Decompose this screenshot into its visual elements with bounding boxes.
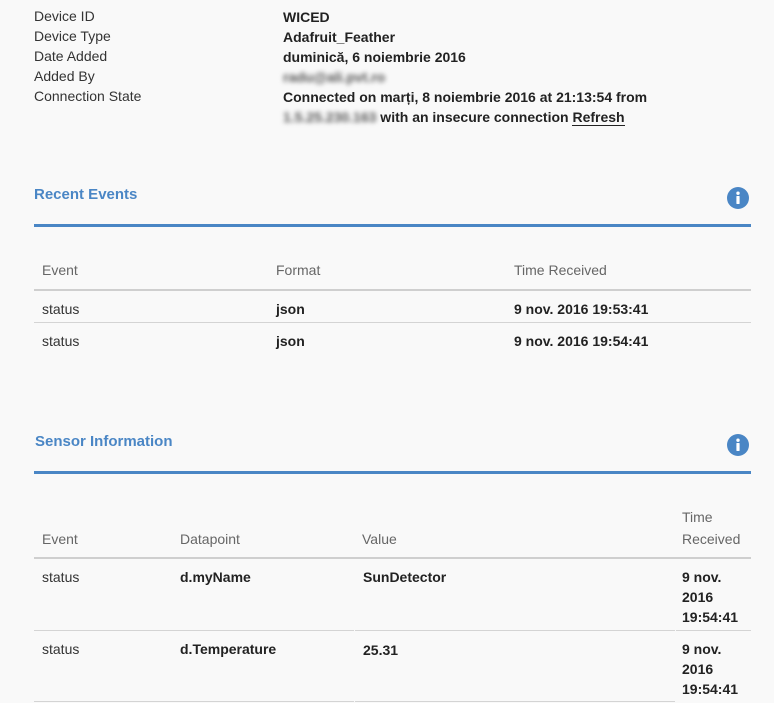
- row-divider: [34, 322, 751, 323]
- sensor-info-rule: [34, 471, 751, 474]
- row-divider: [355, 701, 675, 702]
- row-value: SunDetector: [363, 569, 447, 585]
- col-time: Time: [682, 509, 713, 525]
- device-details-page: Device ID WICED Device Type Adafruit_Fea…: [0, 0, 774, 703]
- connection-state-suffix: with an insecure connection: [376, 109, 573, 125]
- col-format: Format: [276, 262, 321, 278]
- row-event: status: [42, 333, 80, 349]
- row-event: status: [42, 301, 80, 317]
- connection-state-value: Connected on marți, 8 noiembrie 2016 at …: [283, 87, 753, 127]
- header-divider: [34, 289, 751, 291]
- row-divider: [355, 630, 675, 631]
- row-divider: [676, 630, 751, 631]
- row-time-clock: 19:54:41: [682, 609, 739, 625]
- row-event: status: [42, 569, 80, 585]
- date-added-value: duminică, 6 noiembrie 2016: [283, 49, 466, 65]
- connection-state-line1: Connected on marți, 8 noiembrie 2016 at …: [283, 89, 648, 105]
- recent-events-title: Recent Events: [34, 186, 138, 203]
- row-value: 25.31: [363, 642, 399, 658]
- date-added-label: Date Added: [34, 48, 108, 64]
- device-id-label: Device ID: [34, 8, 95, 24]
- device-type-label: Device Type: [34, 28, 111, 44]
- col-value: Value: [362, 531, 397, 547]
- row-format: json: [276, 333, 305, 349]
- row-datapoint: d.Temperature: [180, 641, 277, 657]
- row-format: json: [276, 301, 305, 317]
- recent-events-rule: [34, 224, 751, 227]
- row-divider: [34, 701, 354, 702]
- added-by-label: Added By: [34, 68, 95, 84]
- col-event: Event: [42, 262, 78, 278]
- recent-events-info-icon[interactable]: [727, 187, 749, 209]
- row-time-date: 9 nov.: [682, 641, 722, 657]
- col-event: Event: [42, 531, 78, 547]
- sensor-info-title: Sensor Information: [35, 433, 173, 450]
- row-time-date: 9 nov.: [682, 569, 722, 585]
- col-datapoint: Datapoint: [180, 531, 240, 547]
- connection-state-label: Connection State: [34, 88, 142, 104]
- row-time: 9 nov. 2016 19:53:41: [514, 301, 649, 317]
- row-event: status: [42, 641, 80, 657]
- col-received: Received: [682, 531, 741, 547]
- col-time-received: Time Received: [514, 262, 607, 278]
- row-time-year: 2016: [682, 661, 714, 677]
- header-divider: [34, 557, 751, 559]
- device-type-value: Adafruit_Feather: [283, 29, 396, 45]
- connection-ip: 1.5.25.230.163: [283, 109, 377, 125]
- row-time-year: 2016: [682, 589, 714, 605]
- row-time: 9 nov. 2016 19:54:41: [514, 333, 649, 349]
- row-divider: [34, 630, 354, 631]
- row-time-clock: 19:54:41: [682, 681, 739, 697]
- sensor-info-info-icon[interactable]: [727, 434, 749, 456]
- row-datapoint: d.myName: [180, 569, 251, 585]
- added-by-value: radu@ali.pvt.ro: [283, 69, 386, 85]
- device-id-value: WICED: [283, 9, 330, 25]
- refresh-link[interactable]: Refresh: [572, 109, 625, 126]
